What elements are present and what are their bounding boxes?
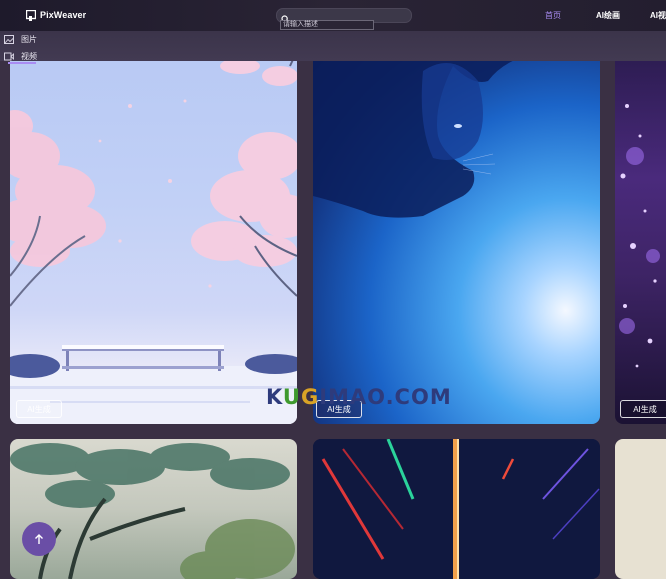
type-video-tab[interactable]: 视频 [4, 50, 37, 62]
gallery-card[interactable] [10, 439, 297, 579]
neon-streaks-artwork [313, 439, 600, 579]
gallery-card[interactable]: AI生成 [313, 46, 600, 424]
back-to-top-button[interactable] [22, 522, 56, 556]
type-switch-bar [0, 31, 666, 61]
nav-home[interactable]: 首页 [545, 10, 561, 21]
ink-tree-artwork [10, 443, 295, 579]
ai-generated-badge: AI生成 [620, 400, 666, 418]
search-icon [281, 11, 290, 24]
search-hint-popup[interactable]: 请输入描述 [280, 20, 374, 30]
type-image-label: 图片 [21, 34, 37, 44]
logo[interactable]: PixWeaver [26, 8, 86, 22]
active-tab-indicator [8, 62, 36, 64]
video-icon [4, 52, 15, 61]
gallery-card[interactable] [313, 439, 600, 579]
arrow-up-icon [35, 534, 43, 544]
nav-ai-draw[interactable]: AI绘画 [596, 10, 620, 21]
blue-cat-artwork [313, 46, 600, 218]
watermark-text: KUGIMAO.COM [266, 385, 452, 409]
pixweaver-logo-icon [26, 9, 36, 21]
ai-generated-badge: AI生成 [16, 400, 62, 418]
cherry-blossom-artwork [10, 50, 297, 424]
type-image-tab[interactable]: 图片 [4, 33, 37, 45]
nav-ai-video[interactable]: AI视 [650, 10, 666, 21]
gallery-card[interactable]: AI生成 [615, 46, 666, 424]
gallery-card[interactable] [615, 439, 666, 579]
app-name: PixWeaver [40, 10, 87, 20]
gallery-card[interactable]: AI生成 [10, 46, 297, 424]
type-video-label: 视频 [21, 51, 37, 61]
purple-bokeh-artwork [619, 104, 660, 368]
image-icon [4, 34, 14, 44]
